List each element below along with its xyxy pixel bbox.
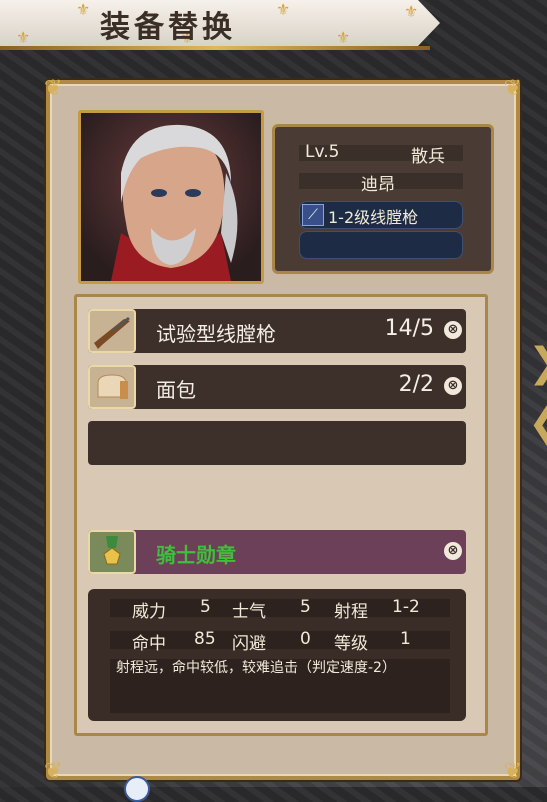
range-label: 射程 (334, 602, 368, 622)
corner-ornament-icon: ❦ (503, 76, 522, 101)
item-qty: 14/5 (384, 316, 434, 341)
fleur-icon: ⚜ (76, 0, 91, 19)
power-label: 威力 (132, 602, 166, 622)
item-name: 面包 (156, 378, 196, 402)
remove-item-button[interactable]: ⊗ (444, 321, 462, 339)
bread-icon (88, 365, 136, 409)
weapon-name: 1-2级线膛枪 (328, 208, 419, 227)
weapon-stats: 威力 5 士气 5 射程 1-2 命中 85 闪避 0 等级 1 射程远，命中较… (88, 589, 466, 721)
empty-item-slot[interactable] (88, 421, 466, 465)
character-portrait (78, 110, 264, 284)
equipped-weapon[interactable]: ⟋ 1-2级线膛枪 (299, 201, 463, 229)
remove-item-button[interactable]: ⊗ (444, 377, 462, 395)
character-info-card: Lv.5 散兵 迪昂 ⟋ 1-2级线膛枪 (272, 124, 494, 274)
class-label: 散兵 (411, 147, 445, 167)
character-portrait-icon (111, 124, 238, 281)
fleur-icon: ⚜ (16, 28, 31, 47)
fleur-icon: ⚜ (404, 2, 419, 21)
weapon-description: 射程远，命中较低，较难追击（判定速度-2） (110, 659, 450, 713)
item-name: 试验型线膛枪 (156, 322, 276, 346)
stats-row-1: 威力 5 士气 5 射程 1-2 (110, 597, 450, 622)
evade-value: 0 (300, 629, 311, 649)
rifle-icon (88, 309, 136, 353)
corner-ornament-icon: ❦ (44, 759, 63, 784)
rank-value: 1 (400, 629, 411, 649)
corner-ornament-icon: ❦ (44, 76, 63, 101)
range-value: 1-2 (392, 597, 420, 617)
power-value: 5 (200, 597, 211, 617)
menu-orb-icon[interactable] (124, 776, 150, 802)
empty-equip-slot[interactable] (299, 231, 463, 259)
corner-ornament-icon: ❦ (503, 759, 522, 784)
accessory-row[interactable]: 骑士勋章 ⊗ (88, 530, 466, 574)
hit-value: 85 (194, 629, 216, 649)
fleur-icon: ⚜ (276, 0, 291, 19)
banner-trim (0, 46, 430, 50)
medal-icon (88, 530, 136, 574)
character-name: 迪昂 (361, 175, 395, 195)
morale-label: 士气 (232, 602, 266, 622)
page-title: 装备替换 (100, 10, 236, 45)
morale-value: 5 (300, 597, 311, 617)
hit-label: 命中 (132, 634, 166, 654)
next-arrow-icon[interactable]: ❯ (528, 340, 547, 386)
rifle-icon: ⟋ (302, 204, 324, 226)
title-banner: ⚜ ⚜ ⚜ ⚜ ⚜ ⚜ 装备替换 (0, 0, 440, 47)
level-label: Lv.5 (305, 142, 340, 162)
level-class-row: Lv.5 散兵 (299, 142, 463, 167)
fleur-icon: ⚜ (336, 28, 351, 47)
rank-label: 等级 (334, 634, 368, 654)
remove-accessory-button[interactable]: ⊗ (444, 542, 462, 560)
prev-arrow-icon[interactable]: ❮ (528, 400, 547, 446)
accessory-name: 骑士勋章 (156, 543, 236, 567)
item-qty: 2/2 (398, 372, 434, 397)
name-row: 迪昂 (299, 173, 463, 195)
item-row-rifle[interactable]: 试验型线膛枪 14/5 ⊗ (88, 309, 466, 353)
item-row-bread[interactable]: 面包 2/2 ⊗ (88, 365, 466, 409)
evade-label: 闪避 (232, 634, 266, 654)
stats-row-2: 命中 85 闪避 0 等级 1 (110, 629, 450, 654)
